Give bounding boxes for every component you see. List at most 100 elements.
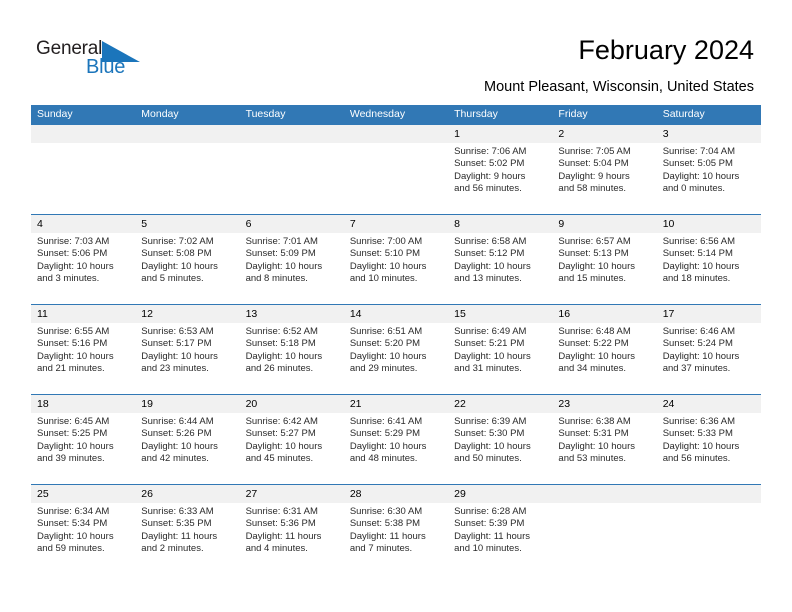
day-sunrise-text: Sunrise: 6:42 AM bbox=[245, 416, 318, 427]
day-number: 29 bbox=[448, 485, 553, 503]
day-daylight-line2-text: and 39 minutes. bbox=[37, 453, 105, 465]
day-sun-info: Sunrise: 6:44 AM Sunset: 5:26 PM Daylight:… bbox=[135, 413, 239, 466]
day-daylight-line1-text: Daylight: 10 hours bbox=[662, 170, 740, 182]
calendar-day-cell[interactable]: 16 Sunrise: 6:48 AM Sunset: 5:22 PM Dayligh… bbox=[552, 304, 657, 395]
day-number: 23 bbox=[552, 395, 657, 413]
day-daylight-line1-text: Daylight: 10 hours bbox=[37, 440, 114, 452]
day-number bbox=[343, 125, 449, 143]
calendar-day-cell[interactable]: 3 Sunrise: 7:04 AM Sunset: 5:05 PM Daylight… bbox=[656, 125, 761, 215]
weekday-header-saturday: Saturday bbox=[656, 105, 761, 125]
day-number: 1 bbox=[448, 125, 553, 143]
day-daylight-line1-text: Daylight: 10 hours bbox=[141, 350, 218, 362]
day-daylight-line2-text: and 2 minutes. bbox=[141, 543, 204, 555]
calendar-day-cell[interactable]: 9 Sunrise: 6:57 AM Sunset: 5:13 PM Daylight… bbox=[552, 214, 657, 305]
calendar-day-cell[interactable]: 24 Sunrise: 6:36 AM Sunset: 5:33 PM Dayligh… bbox=[656, 394, 761, 485]
calendar-day-cell[interactable]: 27 Sunrise: 6:31 AM Sunset: 5:36 PM Dayligh… bbox=[239, 484, 344, 574]
calendar-day-cell[interactable]: 17 Sunrise: 6:46 AM Sunset: 5:24 PM Dayligh… bbox=[656, 304, 761, 395]
calendar-day-cell[interactable]: 26 Sunrise: 6:33 AM Sunset: 5:35 PM Dayligh… bbox=[135, 484, 240, 574]
day-sunset-text: Sunset: 5:38 PM bbox=[349, 518, 421, 530]
calendar-day-cell[interactable]: 23 Sunrise: 6:38 AM Sunset: 5:31 PM Dayligh… bbox=[552, 394, 657, 485]
day-sunset-text: Sunset: 5:39 PM bbox=[454, 518, 525, 530]
calendar-day-cell[interactable]: 2 Sunrise: 7:05 AM Sunset: 5:04 PM Daylight… bbox=[552, 125, 657, 215]
day-sun-info: Sunrise: 6:34 AM Sunset: 5:34 PM Daylight:… bbox=[31, 503, 135, 556]
day-sunrise-text: Sunrise: 6:30 AM bbox=[349, 506, 423, 517]
day-daylight-line1-text: Daylight: 10 hours bbox=[558, 440, 635, 452]
day-sunrise-text: Sunrise: 7:04 AM bbox=[662, 146, 736, 157]
day-daylight-line1-text: Daylight: 9 hours bbox=[454, 170, 526, 182]
weekday-header-tuesday: Tuesday bbox=[239, 105, 344, 125]
calendar-day-cell[interactable]: 22 Sunrise: 6:39 AM Sunset: 5:30 PM Dayligh… bbox=[448, 394, 553, 485]
day-sunrise-text: Sunrise: 6:57 AM bbox=[558, 236, 631, 247]
calendar-day-cell[interactable]: 1 Sunrise: 7:06 AM Sunset: 5:02 PM Daylight… bbox=[448, 125, 553, 215]
calendar-day-cell[interactable]: 7 Sunrise: 7:00 AM Sunset: 5:10 PM Daylight… bbox=[343, 214, 449, 305]
calendar-day-cell[interactable]: 11 Sunrise: 6:55 AM Sunset: 5:16 PM Dayligh… bbox=[31, 304, 136, 395]
page-header: General Blue February 2024 Mount Pleasan… bbox=[0, 0, 792, 104]
day-daylight-line1-text: Daylight: 11 hours bbox=[454, 530, 530, 542]
calendar-day-cell[interactable]: 5 Sunrise: 7:02 AM Sunset: 5:08 PM Daylight… bbox=[135, 214, 240, 305]
calendar-day-cell[interactable]: 19 Sunrise: 6:44 AM Sunset: 5:26 PM Dayligh… bbox=[135, 394, 240, 485]
day-sun-info: Sunrise: 7:04 AM Sunset: 5:05 PM Daylight:… bbox=[657, 143, 761, 196]
day-sunset-text: Sunset: 5:04 PM bbox=[558, 158, 629, 170]
day-number: 13 bbox=[239, 305, 344, 323]
day-daylight-line1-text: Daylight: 10 hours bbox=[245, 440, 323, 452]
day-daylight-line2-text: and 56 minutes. bbox=[454, 183, 522, 195]
day-sunrise-text: Sunrise: 6:49 AM bbox=[454, 326, 527, 337]
day-sun-info: Sunrise: 6:39 AM Sunset: 5:30 PM Daylight:… bbox=[448, 413, 552, 466]
day-number: 22 bbox=[448, 395, 553, 413]
day-number: 14 bbox=[343, 305, 449, 323]
day-sunrise-text: Sunrise: 7:06 AM bbox=[454, 146, 527, 157]
calendar-day-cell[interactable]: 8 Sunrise: 6:58 AM Sunset: 5:12 PM Daylight… bbox=[448, 214, 553, 305]
day-daylight-line1-text: Daylight: 11 hours bbox=[141, 530, 218, 542]
day-sun-info: Sunrise: 7:06 AM Sunset: 5:02 PM Daylight:… bbox=[448, 143, 552, 196]
calendar-day-cell[interactable]: 6 Sunrise: 7:01 AM Sunset: 5:09 PM Daylight… bbox=[239, 214, 344, 305]
day-sun-info: Sunrise: 6:46 AM Sunset: 5:24 PM Daylight:… bbox=[657, 323, 761, 376]
day-sunset-text: Sunset: 5:31 PM bbox=[558, 428, 629, 440]
day-daylight-line1-text: Daylight: 10 hours bbox=[37, 350, 114, 362]
day-sunrise-text: Sunrise: 6:53 AM bbox=[141, 326, 214, 337]
calendar-day-cell[interactable]: 15 Sunrise: 6:49 AM Sunset: 5:21 PM Dayligh… bbox=[448, 304, 553, 395]
day-daylight-line1-text: Daylight: 10 hours bbox=[662, 260, 740, 272]
day-number bbox=[552, 485, 657, 503]
day-number: 9 bbox=[552, 215, 657, 233]
day-daylight-line2-text: and 5 minutes. bbox=[141, 273, 204, 285]
day-sunset-text: Sunset: 5:36 PM bbox=[245, 518, 316, 530]
calendar-day-cell[interactable]: 13 Sunrise: 6:52 AM Sunset: 5:18 PM Dayligh… bbox=[239, 304, 344, 395]
day-sunrise-text: Sunrise: 7:05 AM bbox=[558, 146, 631, 157]
calendar-day-cell[interactable]: 14 Sunrise: 6:51 AM Sunset: 5:20 PM Dayligh… bbox=[343, 304, 449, 395]
day-daylight-line2-text: and 53 minutes. bbox=[558, 453, 627, 465]
calendar-day-cell[interactable]: 25 Sunrise: 6:34 AM Sunset: 5:34 PM Dayligh… bbox=[31, 484, 136, 574]
calendar-day-cell[interactable]: 28 Sunrise: 6:30 AM Sunset: 5:38 PM Dayligh… bbox=[343, 484, 449, 574]
day-daylight-line1-text: Daylight: 10 hours bbox=[558, 260, 635, 272]
day-sunset-text: Sunset: 5:33 PM bbox=[662, 428, 733, 440]
day-number: 26 bbox=[135, 485, 240, 503]
day-daylight-line2-text: and 45 minutes. bbox=[245, 453, 314, 465]
day-sunrise-text: Sunrise: 6:33 AM bbox=[141, 506, 214, 517]
day-sunrise-text: Sunrise: 6:58 AM bbox=[454, 236, 527, 247]
day-daylight-line1-text: Daylight: 10 hours bbox=[37, 260, 114, 272]
brand-logo[interactable]: General Blue bbox=[36, 38, 146, 84]
calendar-day-cell[interactable]: 18 Sunrise: 6:45 AM Sunset: 5:25 PM Dayligh… bbox=[31, 394, 136, 485]
day-sunrise-text: Sunrise: 6:55 AM bbox=[37, 326, 110, 337]
day-daylight-line2-text: and 50 minutes. bbox=[454, 453, 522, 465]
calendar-day-cell-empty bbox=[135, 125, 240, 215]
calendar-day-cell[interactable]: 4 Sunrise: 7:03 AM Sunset: 5:06 PM Daylight… bbox=[31, 214, 136, 305]
calendar-day-cell[interactable]: 20 Sunrise: 6:42 AM Sunset: 5:27 PM Dayligh… bbox=[239, 394, 344, 485]
day-daylight-line2-text: and 0 minutes. bbox=[662, 183, 726, 195]
calendar-day-cell[interactable]: 29 Sunrise: 6:28 AM Sunset: 5:39 PM Dayligh… bbox=[448, 484, 553, 574]
day-sun-info: Sunrise: 6:41 AM Sunset: 5:29 PM Daylight:… bbox=[344, 413, 448, 466]
day-sun-info: Sunrise: 6:48 AM Sunset: 5:22 PM Daylight:… bbox=[552, 323, 656, 376]
day-sunset-text: Sunset: 5:02 PM bbox=[454, 158, 525, 170]
calendar-day-cell[interactable]: 21 Sunrise: 6:41 AM Sunset: 5:29 PM Dayligh… bbox=[343, 394, 449, 485]
calendar-day-cell[interactable]: 10 Sunrise: 6:56 AM Sunset: 5:14 PM Dayligh… bbox=[656, 214, 761, 305]
day-number: 15 bbox=[448, 305, 553, 323]
day-sun-info: Sunrise: 6:53 AM Sunset: 5:17 PM Daylight:… bbox=[135, 323, 239, 376]
calendar-day-cell-empty bbox=[31, 125, 136, 215]
day-sunset-text: Sunset: 5:34 PM bbox=[37, 518, 108, 530]
day-sunrise-text: Sunrise: 6:39 AM bbox=[454, 416, 527, 427]
day-daylight-line1-text: Daylight: 10 hours bbox=[349, 440, 427, 452]
day-number: 5 bbox=[135, 215, 240, 233]
day-daylight-line1-text: Daylight: 10 hours bbox=[37, 530, 114, 542]
calendar-day-cell[interactable]: 12 Sunrise: 6:53 AM Sunset: 5:17 PM Dayligh… bbox=[135, 304, 240, 395]
day-daylight-line1-text: Daylight: 10 hours bbox=[454, 350, 531, 362]
day-sun-info: Sunrise: 6:30 AM Sunset: 5:38 PM Daylight:… bbox=[344, 503, 448, 556]
